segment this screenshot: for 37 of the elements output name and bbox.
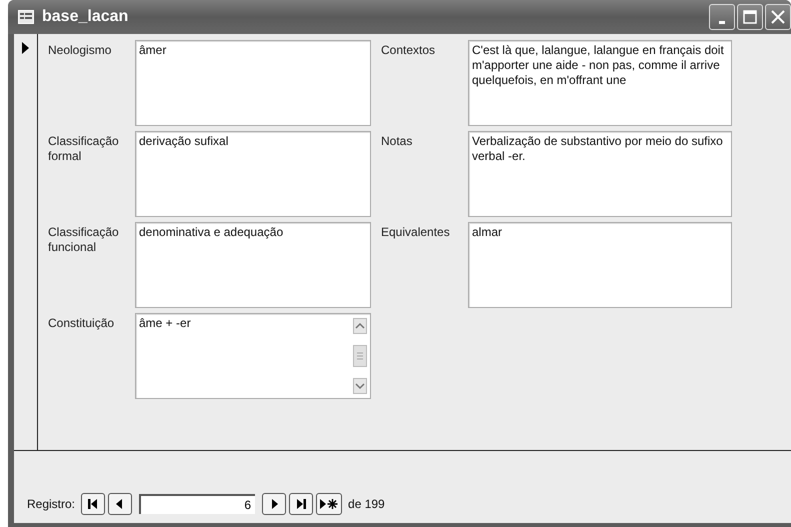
field-label: Classificação formal (48, 133, 120, 165)
field-value: âme + -er (138, 315, 192, 332)
previous-record-button[interactable] (108, 493, 132, 515)
field-label: Constituição (48, 315, 116, 332)
text-field[interactable]: almar (468, 222, 732, 308)
text-field[interactable]: âmer (135, 40, 371, 126)
minimize-icon (719, 20, 725, 24)
navigation-label: Registro: (27, 497, 76, 511)
text-field[interactable]: Verbalização de substantivo por meio do sufixo verbal -er. (468, 131, 732, 217)
record-count: de 199 (348, 497, 385, 511)
field-label: Neologismo (48, 42, 112, 59)
scroll-down-icon[interactable] (353, 378, 367, 394)
text-field[interactable]: derivação sufixal (135, 131, 371, 217)
first-record-icon (87, 498, 100, 510)
record-number-field[interactable]: 6 (139, 494, 256, 514)
scroll-up-icon[interactable] (353, 318, 367, 334)
last-record-button[interactable] (289, 493, 314, 515)
close-button[interactable] (765, 4, 791, 30)
first-record-button[interactable] (81, 493, 106, 515)
new-record-button[interactable] (316, 493, 342, 515)
last-record-icon (295, 498, 308, 510)
window-title: base_lacan (42, 8, 128, 26)
field-label: Notas (381, 133, 414, 150)
field-label: Contextos (381, 42, 436, 59)
text-field[interactable]: C'est là que, lalangue, lalangue en français doit m'apporter une aide - non pas, comme il arrive quelquefois, en m'offrant une (468, 40, 732, 126)
new-record-icon (319, 498, 340, 510)
text-field[interactable]: âme + -er (135, 313, 371, 399)
minimize-button[interactable] (709, 4, 735, 30)
close-icon (771, 10, 785, 24)
maximize-button[interactable] (737, 4, 763, 30)
field-label: Classificação funcional (48, 224, 120, 256)
field-label: Equivalentes (381, 224, 451, 241)
text-field[interactable]: denominativa e adequação (135, 222, 371, 308)
form-icon (18, 10, 34, 24)
next-record-button[interactable] (262, 493, 286, 515)
maximize-icon (743, 10, 757, 24)
scroll-thumb-icon[interactable] (353, 345, 367, 367)
